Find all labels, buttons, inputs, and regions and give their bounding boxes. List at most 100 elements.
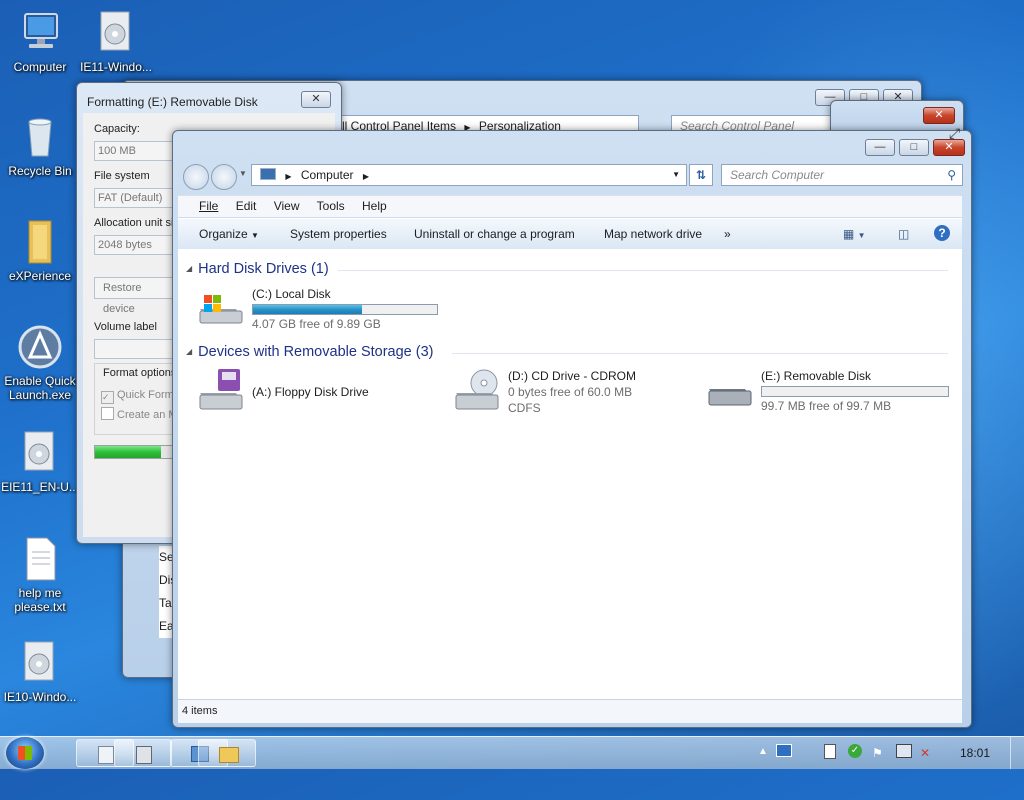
filesystem-label: File system [94, 170, 150, 182]
removable-disk-icon [705, 375, 753, 414]
desktop-icon-ie11[interactable]: IE11-Windo... [76, 10, 156, 74]
drive-free-space: 0 bytes free of 60.0 MB [508, 385, 633, 399]
menu-bar-row: File Edit View Tools Help [178, 195, 962, 217]
desktop-icon-recycle-bin[interactable]: Recycle Bin [0, 114, 80, 178]
desktop-icon-eie11[interactable]: EIE11_EN-U... [0, 430, 80, 494]
refresh-button[interactable]: ⇅ [689, 164, 713, 186]
floppy-drive-icon [196, 369, 244, 416]
group-divider [338, 270, 948, 271]
allocation-select[interactable]: 2048 bytes [94, 235, 174, 255]
filesystem-select[interactable]: FAT (Default) [94, 188, 174, 208]
back-button[interactable] [183, 164, 209, 190]
desktop-icon-computer[interactable]: Computer [0, 10, 80, 74]
minimize-button[interactable]: — [865, 139, 895, 156]
capacity-select[interactable]: 100 MB [94, 141, 174, 161]
volume-muted-icon[interactable]: ✕ [920, 746, 930, 760]
help-icon[interactable]: ? [934, 225, 950, 241]
close-button[interactable]: ✕ [933, 139, 965, 156]
command-toolbar: Organize ▼ System properties Uninstall o… [178, 218, 962, 250]
installer-icon [17, 640, 63, 686]
cd-drive-icon [452, 369, 500, 416]
breadcrumb-separator: ▶ [362, 172, 370, 181]
drive-filesystem: CDFS [508, 401, 541, 415]
taskbar-button-calculator[interactable] [114, 739, 172, 767]
clock[interactable]: 18:01 [960, 746, 990, 760]
desktop-icon-label: eXPerience [8, 269, 72, 283]
group-divider [452, 353, 948, 354]
drive-d[interactable]: (D:) CD Drive - CDROM 0 bytes free of 60… [452, 369, 692, 419]
monitor-icon[interactable] [776, 744, 792, 757]
menu-help[interactable]: Help [362, 199, 387, 213]
desktop-icon-label: IE11-Windo... [80, 60, 152, 74]
desktop-icon-label: IE10-Windo... [3, 690, 77, 704]
checkbox[interactable] [101, 407, 114, 420]
group-header-removable[interactable]: ◢ Devices with Removable Storage (3) [186, 344, 433, 360]
show-hidden-icons[interactable]: ▲ [758, 746, 768, 757]
close-button[interactable]: ✕ [923, 107, 955, 124]
drive-name: (C:) Local Disk [252, 287, 331, 301]
installer-icon [17, 430, 63, 476]
installer-icon [93, 10, 139, 56]
preview-pane-icon[interactable]: ◫ [898, 227, 909, 241]
desktop-icon-ie10[interactable]: IE10-Windo... [0, 640, 80, 704]
calculator-icon [136, 746, 152, 764]
quick-format-checkbox[interactable]: ✓ Quick Forma [101, 389, 180, 404]
change-view-icon[interactable]: ▦ ▼ [843, 227, 866, 241]
folder-icon [17, 219, 63, 265]
drive-name: (D:) CD Drive - CDROM [508, 369, 636, 383]
recycle-bin-icon [17, 114, 63, 160]
collapse-icon[interactable]: ◢ [186, 347, 192, 356]
desktop-icon-label: Enable Quick Launch.exe [4, 374, 76, 402]
menu-tools[interactable]: Tools [317, 199, 345, 213]
format-options-label: Format options [103, 367, 177, 379]
collapse-icon[interactable]: ◢ [186, 264, 192, 273]
maximize-button[interactable]: □ [899, 139, 929, 156]
computer-small-icon [260, 168, 276, 180]
drive-name: (E:) Removable Disk [761, 369, 872, 383]
address-bar[interactable]: ▶ Computer ▶ ▼ [251, 164, 687, 186]
recent-pages-chevron-icon[interactable]: ▼ [239, 169, 247, 178]
desktop-icon-quick-launch[interactable]: Enable Quick Launch.exe [0, 324, 80, 402]
desktop-icon-label: help me please.txt [14, 586, 66, 614]
document-icon[interactable] [824, 744, 836, 759]
forward-button[interactable] [211, 164, 237, 190]
drive-c[interactable]: (C:) Local Disk 4.07 GB free of 9.89 GB [196, 287, 446, 331]
show-desktop-button[interactable] [1010, 737, 1024, 769]
map-network-drive-button[interactable]: Map network drive [604, 227, 702, 241]
uninstall-program-button[interactable]: Uninstall or change a program [414, 227, 575, 241]
desktop-icon-experience[interactable]: eXPerience [0, 219, 80, 283]
more-commands-button[interactable]: » [724, 227, 731, 241]
drive-a[interactable]: (A:) Floppy Disk Drive [196, 369, 436, 413]
taskbar-button-explorer[interactable] [198, 739, 256, 767]
create-msdos-checkbox[interactable]: Create an M [101, 407, 178, 421]
checkbox[interactable]: ✓ [101, 391, 114, 404]
start-button[interactable] [6, 737, 44, 769]
breadcrumb-item[interactable]: Computer [301, 168, 354, 182]
group-header-hdd[interactable]: ◢ Hard Disk Drives (1) [186, 261, 329, 277]
restore-defaults-button[interactable]: Restore device [94, 277, 174, 315]
drive-e[interactable]: (E:) Removable Disk 99.7 MB free of 99.7… [705, 369, 955, 419]
drive-usage-bar [761, 386, 949, 397]
close-button[interactable]: ✕ [301, 91, 331, 108]
security-shield-icon[interactable]: ✓ [848, 744, 862, 758]
action-center-flag-icon[interactable]: ⚑ [872, 746, 883, 760]
search-input[interactable]: Search Computer ⚲ [721, 164, 963, 186]
menu-view[interactable]: View [274, 199, 300, 213]
desktop-icon-label: EIE11_EN-U... [1, 480, 79, 494]
notepad-icon [98, 746, 114, 764]
system-properties-button[interactable]: System properties [290, 227, 387, 241]
group-title: Hard Disk Drives (1) [198, 261, 329, 277]
search-icon[interactable]: ⚲ [947, 165, 956, 185]
menu-file[interactable]: File [199, 199, 218, 213]
quick-launch-icon [17, 324, 63, 370]
volume-label-input[interactable] [94, 339, 174, 359]
desktop-icon-help-txt[interactable]: help me please.txt [0, 536, 80, 614]
organize-button[interactable]: Organize ▼ [199, 227, 259, 241]
menu-edit[interactable]: Edit [236, 199, 257, 213]
group-title: Devices with Removable Storage (3) [198, 344, 434, 360]
explorer-window[interactable]: ⤢ — □ ✕ ▼ ▶ Computer ▶ ▼ ⇅ Search Comput… [172, 125, 972, 728]
address-dropdown-icon[interactable]: ▼ [672, 165, 680, 185]
network-icon[interactable] [896, 744, 912, 758]
format-progress-bar [94, 445, 184, 459]
capacity-label: Capacity: [94, 123, 140, 135]
